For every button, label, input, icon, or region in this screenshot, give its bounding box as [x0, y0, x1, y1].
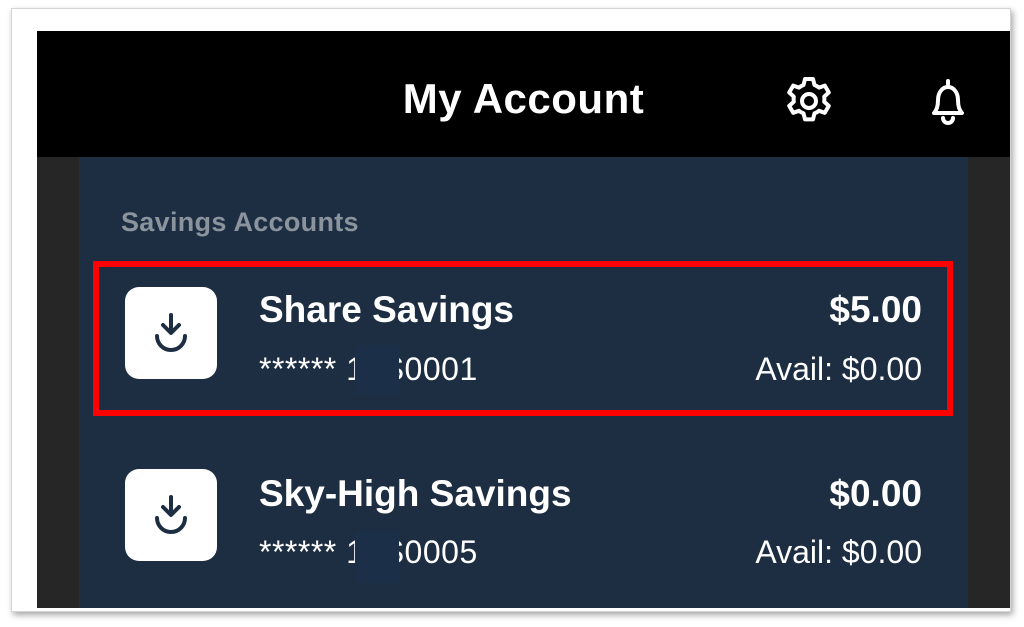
highlight-box	[93, 261, 953, 416]
deposit-arrow-icon	[125, 287, 217, 379]
account-balance: $0.00	[829, 473, 922, 514]
account-row-share-savings[interactable]: Share Savings ****** 10S0001 $5.00 Avail…	[79, 257, 968, 416]
available-balance: Avail: $0.00	[755, 351, 922, 387]
section-heading: Savings Accounts	[121, 207, 359, 237]
page-title: My Account	[402, 75, 645, 122]
bell-icon[interactable]	[922, 75, 974, 127]
account-name: Sky-High Savings	[259, 473, 572, 514]
app-screen: My Account Savings Accounts Share Saving…	[37, 31, 1010, 608]
available-balance: Avail: $0.00	[755, 534, 922, 570]
accounts-panel: Savings Accounts Share Savings ****** 10…	[79, 157, 968, 608]
screenshot-frame: My Account Savings Accounts Share Saving…	[11, 8, 1011, 612]
account-row-sky-high-savings[interactable]: Sky-High Savings ****** 10S0005 $0.00 Av…	[79, 439, 968, 589]
top-navigation-bar: My Account	[37, 31, 1010, 157]
redaction-mask	[355, 345, 399, 395]
gear-icon[interactable]	[783, 75, 835, 127]
redaction-mask	[355, 531, 399, 583]
deposit-arrow-icon	[125, 469, 217, 561]
account-balance: $5.00	[829, 289, 922, 330]
account-name: Share Savings	[259, 289, 515, 330]
